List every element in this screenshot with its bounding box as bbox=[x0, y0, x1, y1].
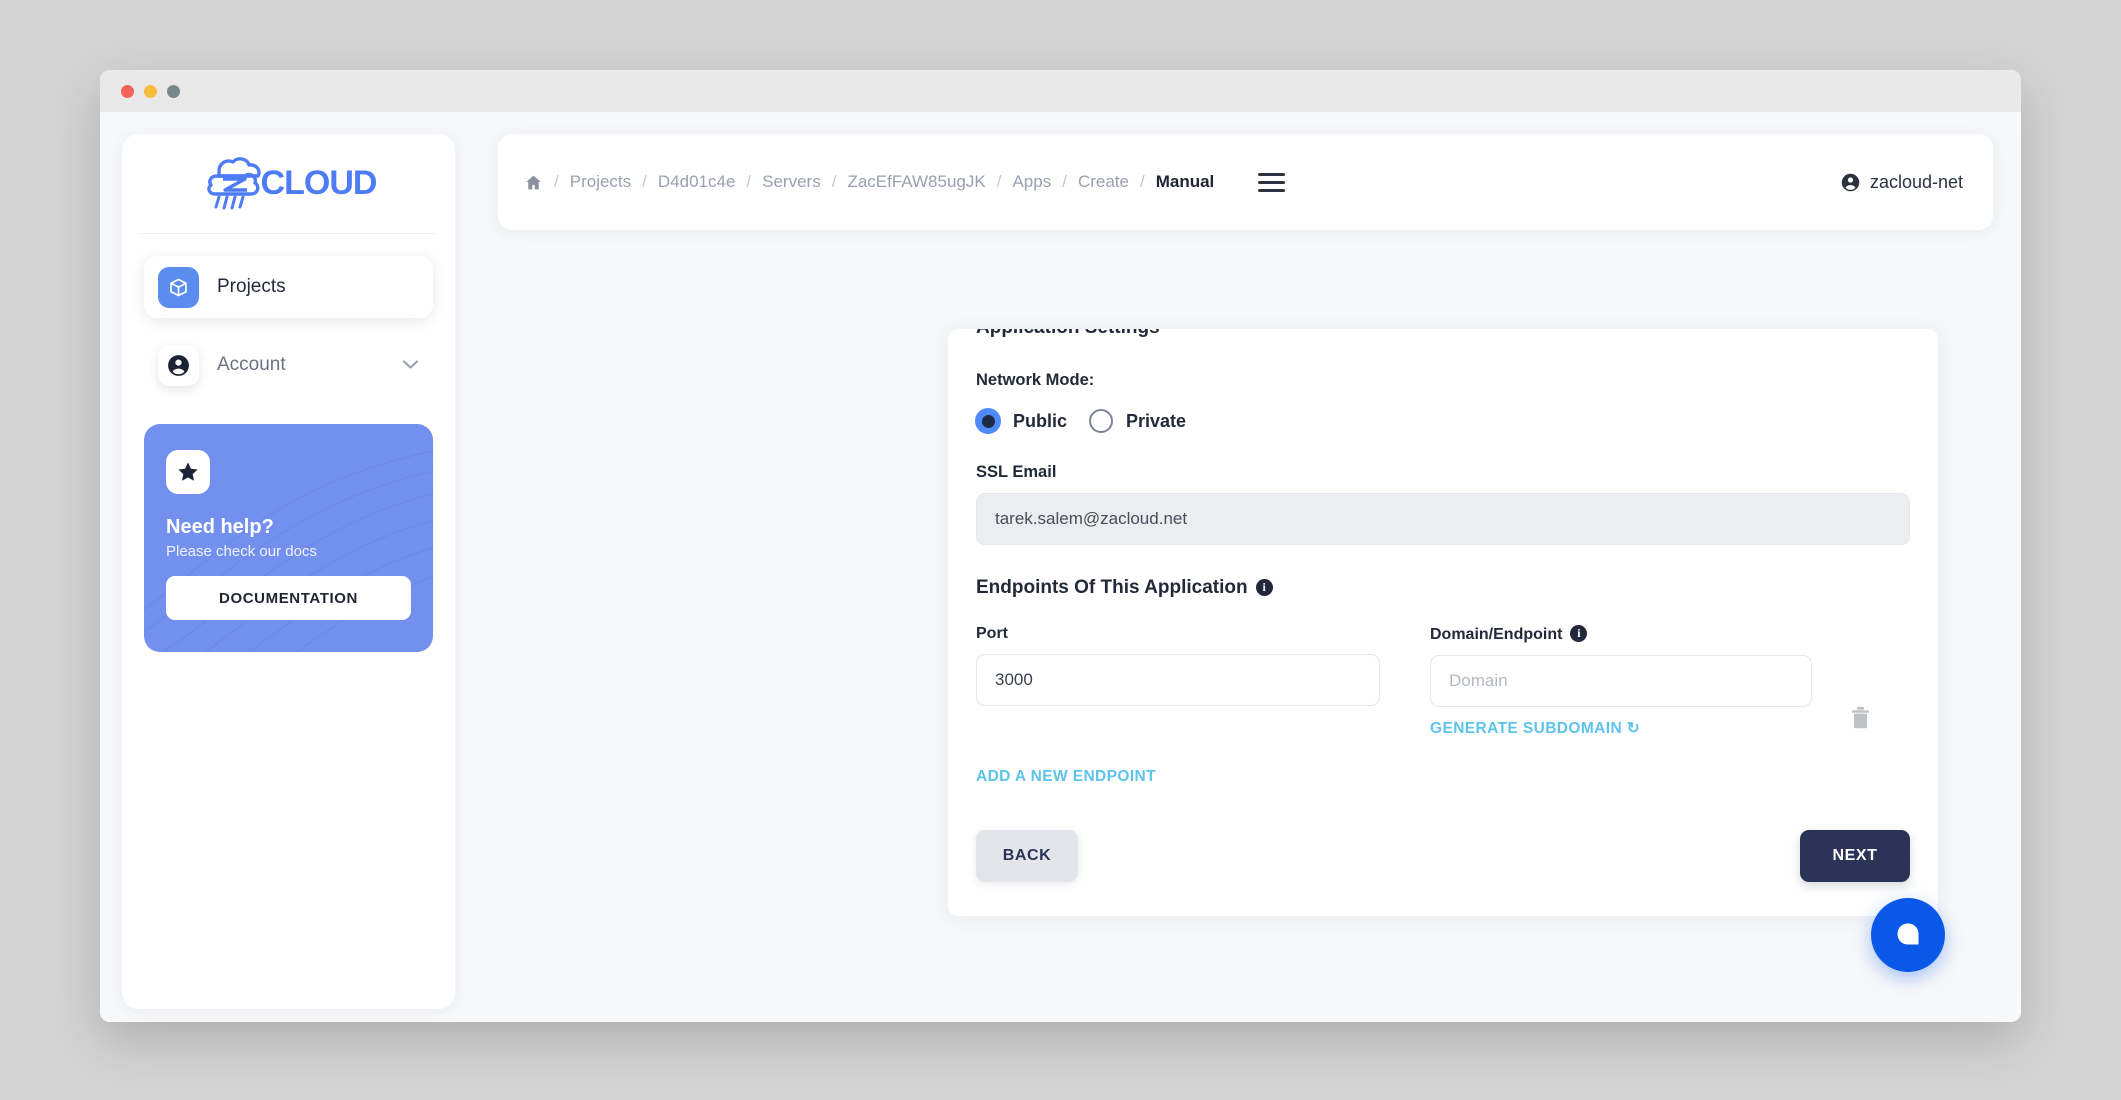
breadcrumb-separator: / bbox=[1139, 172, 1145, 191]
domain-column-label: Domain/Endpoint i bbox=[1430, 625, 1812, 644]
breadcrumb-item-servers[interactable]: Servers bbox=[762, 172, 821, 192]
window-titlebar bbox=[100, 70, 2021, 112]
logo-text: CLOUD bbox=[260, 164, 378, 202]
sidebar-nav: Projects Account bbox=[144, 234, 433, 396]
sidebar-item-projects[interactable]: Projects bbox=[144, 256, 433, 318]
breadcrumb-separator: / bbox=[554, 172, 559, 191]
chevron-down-icon bbox=[402, 357, 419, 374]
app-logo[interactable]: CLOUD bbox=[140, 134, 437, 234]
breadcrumb-separator: / bbox=[746, 172, 752, 191]
network-mode-radio-group: Public Private bbox=[976, 409, 1910, 433]
endpoints-section-title: Endpoints Of This Application i bbox=[976, 577, 1910, 599]
breadcrumb-item-project-id[interactable]: D4d01c4e bbox=[658, 172, 736, 192]
breadcrumb-separator: / bbox=[1062, 172, 1067, 191]
hamburger-menu-icon[interactable] bbox=[1258, 172, 1286, 192]
endpoint-row-port: Port bbox=[976, 625, 1380, 738]
clipped-section-heading: Application Settings bbox=[976, 329, 1910, 343]
endpoint-row-domain: Domain/Endpointi GENERATE SUBDOMAIN ↻ bbox=[1430, 625, 1812, 738]
star-icon bbox=[166, 450, 210, 494]
window-minimize-button[interactable] bbox=[144, 84, 157, 98]
window-close-button[interactable] bbox=[121, 84, 134, 98]
ssl-email-input bbox=[976, 493, 1910, 545]
port-input[interactable] bbox=[976, 654, 1380, 706]
browser-window: CLOUD Projects Account Need help? Please… bbox=[100, 70, 2021, 1022]
breadcrumb-item-server-id[interactable]: ZacEfFAW85ugJK bbox=[847, 172, 985, 192]
port-column-label: Port bbox=[976, 625, 1008, 642]
chat-widget-button[interactable] bbox=[1871, 898, 1945, 972]
form-actions: BACK NEXT bbox=[976, 830, 1910, 882]
account-circle-icon bbox=[1840, 172, 1861, 193]
help-card-subtitle: Please check our docs bbox=[166, 543, 317, 560]
application-settings-card: Application Settings Network Mode: Publi… bbox=[948, 329, 1938, 916]
sidebar-item-label: Account bbox=[217, 354, 286, 375]
home-icon[interactable] bbox=[524, 173, 543, 192]
sidebar-item-label: Projects bbox=[217, 276, 286, 297]
endpoints-table: Port Domain/Endpointi GENERATE SUBDOMAIN… bbox=[976, 625, 1910, 738]
cube-icon bbox=[158, 266, 199, 308]
radio-private-label: Private bbox=[1126, 410, 1187, 431]
breadcrumb-item-manual: Manual bbox=[1155, 172, 1215, 191]
topbar: / Projects / D4d01c4e / Servers / ZacEfF… bbox=[498, 134, 1993, 230]
domain-input[interactable] bbox=[1430, 655, 1812, 707]
help-card-title: Need help? bbox=[166, 516, 274, 538]
info-icon[interactable]: i bbox=[1255, 579, 1273, 596]
zacloud-cloud-icon bbox=[206, 156, 261, 209]
ssl-email-label: SSL Email bbox=[976, 463, 1057, 481]
app-viewport: CLOUD Projects Account Need help? Please… bbox=[100, 112, 2021, 1022]
breadcrumb-item-apps[interactable]: Apps bbox=[1012, 172, 1051, 192]
documentation-button[interactable]: DOCUMENTATION bbox=[166, 576, 411, 620]
breadcrumb-item-projects[interactable]: Projects bbox=[570, 172, 631, 192]
help-card: Need help? Please check our docs DOCUMEN… bbox=[144, 424, 433, 652]
back-button[interactable]: BACK bbox=[976, 830, 1078, 882]
generate-subdomain-link[interactable]: GENERATE SUBDOMAIN ↻ bbox=[1430, 719, 1640, 738]
trash-icon bbox=[1852, 706, 1869, 729]
account-circle-icon bbox=[158, 344, 199, 386]
breadcrumb-separator: / bbox=[642, 172, 647, 191]
chat-bubble-icon bbox=[1897, 923, 1919, 945]
breadcrumb-item-create[interactable]: Create bbox=[1078, 172, 1129, 192]
breadcrumb-separator: / bbox=[831, 172, 837, 191]
user-account-button[interactable]: zacloud-net bbox=[1840, 172, 1963, 193]
breadcrumb-separator: / bbox=[996, 172, 1002, 191]
info-icon[interactable]: i bbox=[1570, 625, 1588, 642]
username-label: zacloud-net bbox=[1869, 171, 1963, 192]
breadcrumb: / Projects / D4d01c4e / Servers / ZacEfF… bbox=[524, 172, 1214, 192]
window-zoom-button[interactable] bbox=[167, 84, 180, 98]
sidebar: CLOUD Projects Account Need help? Please… bbox=[122, 134, 455, 1009]
radio-private[interactable] bbox=[1089, 409, 1114, 433]
add-new-endpoint-link[interactable]: ADD A NEW ENDPOINT bbox=[976, 768, 1156, 786]
radio-public[interactable] bbox=[976, 409, 1000, 433]
sidebar-item-account[interactable]: Account bbox=[144, 334, 433, 396]
radio-public-label: Public bbox=[1013, 410, 1068, 431]
network-mode-label: Network Mode: bbox=[976, 371, 1095, 389]
next-button[interactable]: NEXT bbox=[1800, 830, 1910, 882]
main-content: / Projects / D4d01c4e / Servers / ZacEfF… bbox=[455, 134, 1993, 1022]
delete-endpoint-button[interactable] bbox=[1812, 625, 1910, 738]
